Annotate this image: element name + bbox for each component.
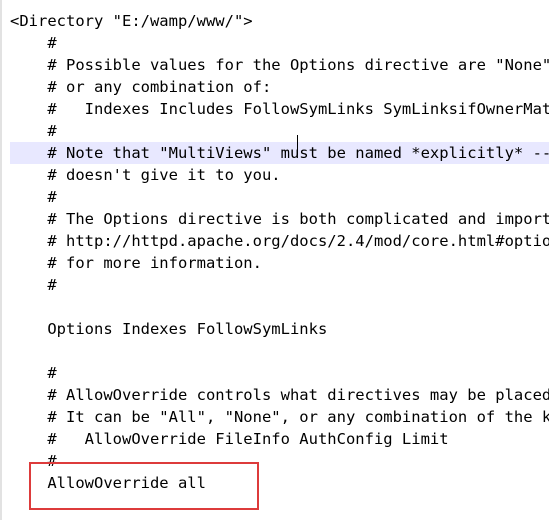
code-line-20[interactable]: # AllowOverride FileInfo AuthConfig Limi… [10, 428, 549, 450]
code-line-3[interactable]: # Possible values for the Options direct… [10, 54, 549, 76]
code-line-9[interactable]: # [10, 186, 549, 208]
code-line-17[interactable]: # [10, 362, 549, 384]
code-editor[interactable]: <Directory "E:/wamp/www/"> # # Possible … [0, 0, 549, 520]
code-line-19[interactable]: # It can be "All", "None", or any combin… [10, 406, 549, 428]
code-line-6[interactable]: # [10, 120, 549, 142]
code-line-22[interactable]: AllowOverride all [10, 472, 549, 494]
code-line-10[interactable]: # The Options directive is both complica… [10, 208, 549, 230]
code-lines[interactable]: <Directory "E:/wamp/www/"> # # Possible … [10, 10, 549, 494]
code-line-13[interactable]: # [10, 274, 549, 296]
editor-gutter [0, 0, 2, 520]
code-line-8[interactable]: # doesn't give it to you. [10, 164, 549, 186]
text-caret [297, 135, 298, 155]
code-line-12[interactable]: # for more information. [10, 252, 549, 274]
code-line-18[interactable]: # AllowOverride controls what directives… [10, 384, 549, 406]
code-line-15[interactable]: Options Indexes FollowSymLinks [10, 318, 549, 340]
code-line-2[interactable]: # [10, 32, 549, 54]
code-line-5[interactable]: # Indexes Includes FollowSymLinks SymLin… [10, 98, 549, 120]
code-line-16[interactable] [10, 340, 549, 362]
code-line-7-active[interactable]: # Note that "MultiViews" must be named *… [10, 142, 549, 164]
code-line-11[interactable]: # http://httpd.apache.org/docs/2.4/mod/c… [10, 230, 549, 252]
code-line-4[interactable]: # or any combination of: [10, 76, 549, 98]
code-line-1[interactable]: <Directory "E:/wamp/www/"> [10, 10, 549, 32]
code-line-14[interactable] [10, 296, 549, 318]
code-line-21[interactable]: # [10, 450, 549, 472]
